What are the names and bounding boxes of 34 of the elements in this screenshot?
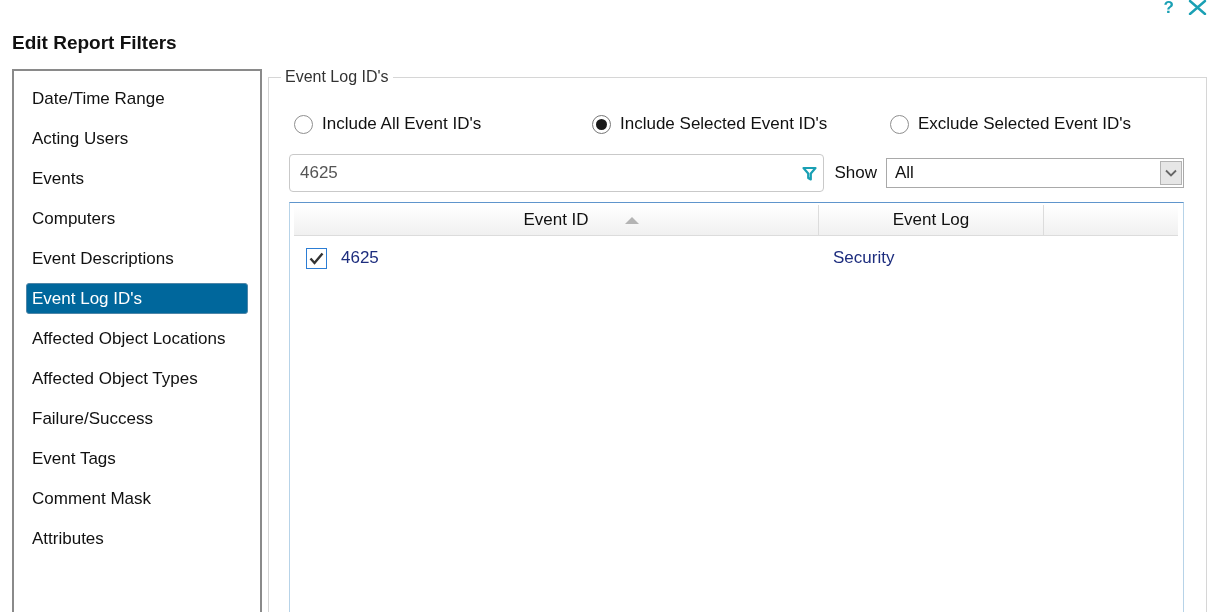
sidebar-item[interactable]: Acting Users xyxy=(26,123,248,154)
close-button[interactable] xyxy=(1188,0,1207,15)
radio-button[interactable] xyxy=(294,114,313,134)
sidebar-item[interactable]: Affected Object Types xyxy=(26,363,248,394)
sidebar-item[interactable]: Attributes xyxy=(26,523,248,554)
sidebar-item[interactable]: Event Log ID's xyxy=(26,283,248,314)
sidebar-item[interactable]: Comment Mask xyxy=(26,483,248,514)
sidebar-item[interactable]: Events xyxy=(26,163,248,194)
close-icon xyxy=(1188,0,1207,15)
group-box-legend: Event Log ID's xyxy=(281,69,393,85)
column-header[interactable]: Event Log xyxy=(819,205,1044,235)
checkmark-icon xyxy=(309,251,324,265)
show-label: Show xyxy=(834,163,877,183)
table-cell: 4625 xyxy=(341,248,379,268)
table-cell: Security xyxy=(833,248,895,268)
chevron-down-icon xyxy=(1165,169,1177,177)
show-dropdown[interactable]: All xyxy=(886,158,1184,188)
filter-field[interactable]: 4625 xyxy=(289,154,825,192)
column-header[interactable]: Event ID xyxy=(294,205,819,235)
radio-button[interactable] xyxy=(592,114,611,134)
radio-label[interactable]: Include Selected Event ID's xyxy=(620,114,828,134)
sidebar-item[interactable]: Date/Time Range xyxy=(26,83,248,114)
sidebar-item[interactable]: Event Descriptions xyxy=(26,243,248,274)
sidebar-item[interactable]: Computers xyxy=(26,203,248,234)
funnel-icon[interactable] xyxy=(802,165,818,181)
dialog-title: Edit Report Filters xyxy=(11,31,178,55)
sidebar-item[interactable]: Failure/Success xyxy=(26,403,248,434)
row-checkbox[interactable] xyxy=(306,247,327,269)
sidebar-item[interactable]: Affected Object Locations xyxy=(26,323,248,354)
radio-label[interactable]: Include All Event ID's xyxy=(322,114,482,134)
dropdown-arrow-button[interactable] xyxy=(1160,161,1182,185)
radio-label[interactable]: Exclude Selected Event ID's xyxy=(918,114,1132,134)
radio-button[interactable] xyxy=(890,114,909,134)
sidebar-item[interactable]: Event Tags xyxy=(26,443,248,474)
